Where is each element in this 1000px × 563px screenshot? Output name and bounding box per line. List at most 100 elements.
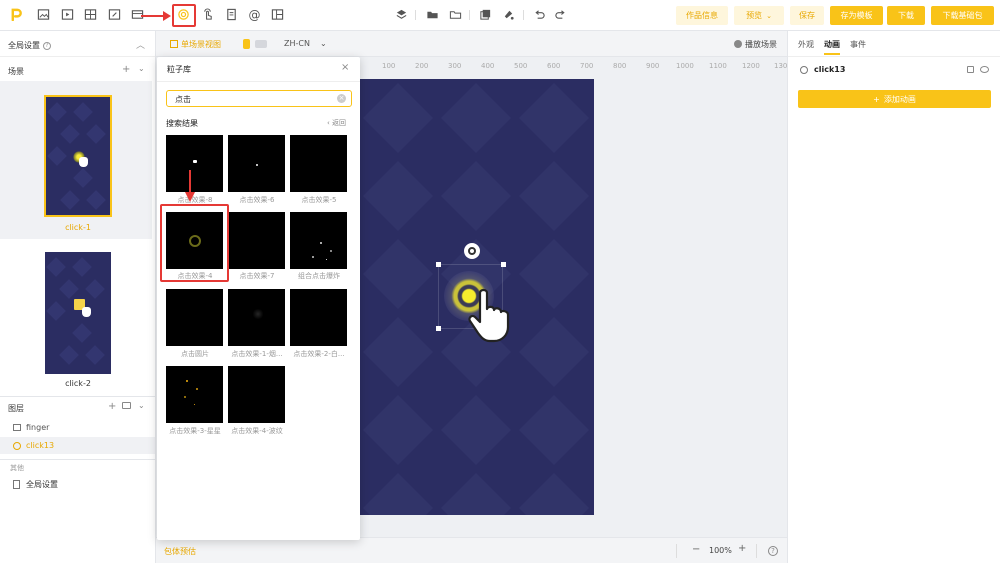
shape-icon[interactable]	[108, 8, 121, 21]
particle-item-3[interactable]	[290, 135, 347, 192]
particle-item-9[interactable]	[290, 289, 347, 346]
scene-canvas[interactable]	[359, 79, 594, 515]
resize-handle[interactable]	[436, 326, 441, 331]
scene-thumbnail-2[interactable]	[45, 252, 111, 374]
language-select[interactable]: ZH-CN ⌄	[284, 39, 327, 48]
gesture-icon[interactable]	[201, 8, 214, 21]
grid-icon[interactable]	[84, 8, 97, 21]
save-button[interactable]: 保存	[790, 6, 824, 25]
clear-icon[interactable]: ×	[337, 94, 346, 103]
ruler-tick: 900	[646, 62, 660, 70]
image-icon	[13, 424, 21, 431]
layers-icon[interactable]	[395, 8, 408, 21]
ruler-tick: 300	[448, 62, 462, 70]
plus-icon: +	[873, 94, 880, 104]
preview-label: 预览	[746, 11, 763, 20]
add-animation-button[interactable]: + 添加动画	[798, 90, 991, 108]
save-template-button[interactable]: 存为模板	[830, 6, 883, 25]
chevron-down-icon[interactable]: ⌄	[138, 401, 145, 410]
scenes-title: 场景	[8, 67, 24, 76]
download-button[interactable]: 下载	[887, 6, 925, 25]
hand-icon	[79, 157, 88, 167]
particle-library-popup: 粒子库 × 点击 × 搜索结果 ‹ 返回 点击效果-8 点击效果-6 点击效果-…	[157, 57, 360, 540]
paint-icon[interactable]	[502, 8, 515, 21]
resize-handle[interactable]	[436, 262, 441, 267]
global-settings-header[interactable]: 全局设置 ?	[8, 40, 51, 51]
particle-icon[interactable]	[177, 8, 190, 21]
particle-label: 点击效果-6	[239, 196, 275, 204]
image-icon[interactable]	[37, 8, 50, 21]
language-value: ZH-CN	[284, 39, 310, 48]
particle-item-11[interactable]	[228, 366, 285, 423]
work-info-button[interactable]: 作品信息	[676, 6, 728, 25]
layer-row-selected[interactable]	[0, 437, 155, 454]
particle-label: 点击效果-7	[239, 272, 275, 280]
particle-item-8[interactable]	[228, 289, 285, 346]
zoom-out-button[interactable]: −	[692, 544, 700, 555]
search-input[interactable]: 点击 ×	[166, 90, 352, 107]
preview-button[interactable]: 预览 ⌄	[734, 6, 784, 25]
redo-icon[interactable]	[554, 8, 567, 21]
particle-item-10[interactable]	[166, 366, 223, 423]
tab-animation[interactable]: 动画	[824, 39, 840, 50]
rotate-handle[interactable]	[464, 243, 480, 259]
lock-icon[interactable]	[967, 66, 974, 73]
play-scene-button[interactable]: 播放场景	[745, 39, 777, 50]
object-name: click13	[814, 65, 846, 74]
close-icon[interactable]: ×	[341, 62, 349, 73]
download-base-button[interactable]: 下载基础包	[931, 6, 994, 25]
global-settings-label: 全局设置	[8, 41, 40, 50]
help-icon[interactable]: ?	[768, 546, 778, 556]
zoom-in-button[interactable]: +	[738, 543, 746, 554]
particle-item-6[interactable]	[290, 212, 347, 269]
particle-item-5[interactable]	[228, 212, 285, 269]
scene-label-2: click-2	[65, 379, 91, 388]
chevron-up-icon[interactable]: ︿	[136, 38, 145, 51]
resize-handle[interactable]	[501, 262, 506, 267]
scene-thumbnail-1[interactable]	[44, 95, 112, 217]
undo-icon[interactable]	[533, 8, 546, 21]
add-layer-icon[interactable]: +	[108, 401, 116, 412]
zoom-level: 100%	[709, 546, 732, 555]
back-button[interactable]: ‹ 返回	[327, 118, 346, 128]
chevron-down-icon[interactable]: ⌄	[138, 64, 145, 73]
chevron-down-icon: ⌄	[766, 11, 772, 20]
folder-open-icon[interactable]	[449, 8, 462, 21]
layout-icon[interactable]	[271, 8, 284, 21]
tab-appearance[interactable]: 外观	[798, 39, 814, 50]
eye-icon[interactable]	[980, 66, 989, 73]
popup-title: 粒子库	[167, 65, 191, 74]
annotation-arrow	[185, 170, 195, 202]
folder-icon[interactable]	[122, 402, 131, 409]
ruler-tick: 1200	[742, 62, 760, 70]
horizontal-ruler: 100 200 300 400 500 600 700 800 900 1000…	[360, 62, 787, 74]
particle-item-2[interactable]	[228, 135, 285, 192]
left-panel: 全局设置 ? ︿ 场景 + ⌄ click-1 click-2 图层 + ⌄ f…	[0, 31, 156, 563]
selected-item-highlight	[160, 204, 229, 282]
package-estimate-label[interactable]: 包体预估	[164, 546, 196, 557]
copy-icon[interactable]	[479, 8, 492, 21]
portrait-orientation-button[interactable]	[243, 39, 250, 49]
canvas-footer: 包体预估 − 100% + ?	[156, 537, 787, 563]
particle-label: 点击效果-4-波纹	[231, 427, 283, 435]
landscape-orientation-button[interactable]	[255, 40, 267, 48]
layer-finger[interactable]: finger	[26, 423, 49, 432]
particle-icon	[13, 442, 21, 450]
tab-events[interactable]: 事件	[850, 39, 866, 50]
search-results-label: 搜索结果	[166, 119, 198, 128]
canvas-header: 单场景视图 ZH-CN ⌄ 播放场景	[156, 31, 787, 57]
at-icon[interactable]: @	[248, 8, 261, 22]
single-scene-view-toggle[interactable]: 单场景视图	[181, 39, 221, 50]
document-icon[interactable]	[225, 8, 238, 21]
document-icon	[13, 480, 20, 489]
add-scene-icon[interactable]: +	[122, 64, 130, 75]
video-icon[interactable]	[61, 8, 74, 21]
ruler-tick: 1000	[676, 62, 694, 70]
layer-click13[interactable]: click13	[26, 441, 54, 450]
other-global-settings[interactable]: 全局设置	[26, 479, 58, 490]
particle-label: 点击效果-5	[301, 196, 337, 204]
folder-icon[interactable]	[426, 8, 439, 21]
particle-item-7[interactable]	[166, 289, 223, 346]
single-view-icon	[170, 40, 178, 48]
back-label: 返回	[332, 119, 347, 127]
